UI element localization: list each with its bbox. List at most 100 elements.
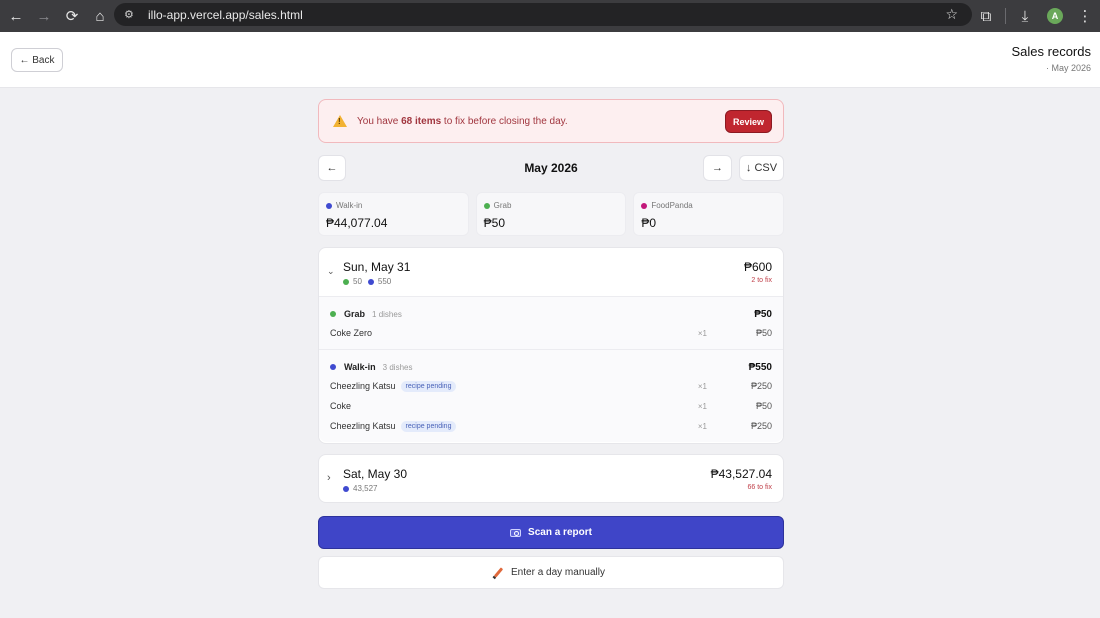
alert-count: 68 items <box>401 115 442 127</box>
alert-message: You have 68 items to fix before closing … <box>357 116 568 127</box>
alert-suffix: to fix before closing the day. <box>441 115 568 127</box>
day-fix-count: 66 to fix <box>747 484 772 491</box>
profile-button[interactable]: A <box>1040 2 1070 30</box>
alert-prefix: You have <box>357 115 402 127</box>
chip-value: 550 <box>377 277 392 286</box>
menu-kebab-icon[interactable]: ⋮ <box>1070 2 1100 30</box>
url-text: illo-app.vercel.app/sales.html <box>148 7 303 22</box>
day-card-may-31: ⌄ Sun, May 31 50 550 ₱600 2 to fix Grab … <box>318 247 784 444</box>
list-item[interactable]: Cheezling Katsu recipe pending ×1 ₱250 <box>330 376 772 396</box>
channel-name: FoodPanda <box>651 201 693 210</box>
day-fix-count: 2 to fix <box>751 277 772 284</box>
scan-report-button[interactable]: Scan a report <box>318 516 784 549</box>
channel-label: Walk-in <box>326 201 461 210</box>
foodpanda-dot-icon <box>641 202 648 209</box>
list-item[interactable]: Cheezling Katsu recipe pending ×1 ₱250 <box>330 416 772 436</box>
chevron-down-icon[interactable]: ⌄ <box>327 266 335 277</box>
item-price: ₱250 <box>750 421 772 431</box>
list-item[interactable]: Coke ×1 ₱50 <box>330 396 772 416</box>
camera-icon <box>510 528 522 537</box>
download-icon[interactable]: ⤓ <box>1010 2 1040 30</box>
address-bar[interactable]: ⚙ illo-app.vercel.app/sales.html ☆ <box>114 3 972 26</box>
chevron-right-icon[interactable]: › <box>327 472 331 484</box>
day-channel-chips: 43,527 <box>343 484 383 493</box>
group-amount: ₱550 <box>748 361 772 373</box>
day-header[interactable]: ⌄ Sun, May 31 50 550 ₱600 2 to fix <box>319 248 783 296</box>
group-dish-count: 1 dishes <box>372 309 402 319</box>
day-title: Sun, May 31 <box>343 260 411 274</box>
item-qty: ×1 <box>697 401 707 411</box>
back-arrow-icon[interactable]: ← <box>2 2 30 30</box>
channel-group-walk-in: Walk-in 3 dishes ₱550 Cheezling Katsu re… <box>319 350 783 442</box>
recipe-pending-badge: recipe pending <box>400 380 457 392</box>
item-name: Coke <box>330 401 352 411</box>
bookmark-star-icon[interactable]: ☆ <box>945 6 958 23</box>
page-title: Sales records <box>1011 44 1091 59</box>
next-month-button[interactable]: → <box>703 155 732 181</box>
item-name: Cheezling Katsu <box>330 381 396 391</box>
day-details: Grab 1 dishes ₱50 Coke Zero ×1 ₱50 Walk-… <box>319 296 783 442</box>
browser-toolbar: ← → ⟳ ⌂ ⚙ illo-app.vercel.app/sales.html… <box>0 0 1100 32</box>
day-channel-chips: 50 550 <box>343 277 397 286</box>
fix-alert-banner: You have 68 items to fix before closing … <box>318 99 784 143</box>
channel-total: ₱50 <box>483 216 506 230</box>
channel-total: ₱44,077.04 <box>326 216 388 230</box>
day-total: ₱43,527.04 <box>710 467 772 481</box>
channel-card-grab: Grab ₱50 <box>475 192 627 236</box>
item-name: Coke Zero <box>330 328 373 338</box>
group-header: Walk-in 3 dishes ₱550 <box>330 358 772 376</box>
day-title: Sat, May 30 <box>343 467 408 481</box>
pencil-icon <box>493 567 504 578</box>
csv-export-button[interactable]: ↓ CSV <box>739 155 784 181</box>
day-header[interactable]: › Sat, May 30 43,527 ₱43,527.04 66 to fi… <box>319 455 783 503</box>
channel-label: FoodPanda <box>641 201 776 210</box>
month-navigation: May 2026 ← → ↓ CSV <box>318 155 784 181</box>
grab-dot-icon <box>483 202 490 209</box>
recipe-pending-badge: recipe pending <box>400 420 457 432</box>
scan-label: Scan a report <box>528 527 592 538</box>
avatar: A <box>1047 8 1063 24</box>
list-item[interactable]: Coke Zero ×1 ₱50 <box>330 323 772 343</box>
page-subtitle: · May 2026 <box>1045 63 1091 73</box>
chip-value: 50 <box>353 277 362 286</box>
extensions-icon[interactable]: ⧉ <box>971 2 1001 30</box>
review-button[interactable]: Review <box>725 110 772 133</box>
prev-month-button[interactable]: ← <box>318 155 346 181</box>
item-qty: ×1 <box>697 381 707 391</box>
walk-in-dot-icon <box>326 202 332 209</box>
item-price: ₱50 <box>755 328 772 338</box>
walk-in-dot-icon <box>330 364 336 370</box>
item-qty: ×1 <box>697 421 707 431</box>
chip-walk-in: 43,527 <box>343 484 377 493</box>
reload-icon[interactable]: ⟳ <box>58 2 86 30</box>
item-price: ₱250 <box>750 381 772 391</box>
day-total: ₱600 <box>743 260 772 274</box>
grab-dot-icon <box>330 311 336 317</box>
group-dish-count: 3 dishes <box>382 362 413 372</box>
title-block: Sales records · May 2026 <box>1012 44 1091 73</box>
group-header: Grab 1 dishes ₱50 <box>330 305 772 323</box>
channel-summary: Walk-in ₱44,077.04 Grab ₱50 FoodPanda ₱0 <box>318 192 785 236</box>
channel-total: ₱0 <box>641 216 657 230</box>
channel-card-foodpanda: FoodPanda ₱0 <box>633 192 785 236</box>
toolbar-divider <box>1005 8 1006 24</box>
channel-label: Grab <box>483 201 619 210</box>
item-qty: ×1 <box>697 328 707 338</box>
site-info-icon[interactable]: ⚙ <box>124 8 138 21</box>
group-channel: Walk-in <box>344 362 376 372</box>
chip-value: 43,527 <box>353 484 378 493</box>
chip-grab: 50 <box>343 277 362 286</box>
home-icon[interactable]: ⌂ <box>86 2 114 30</box>
enter-manually-button[interactable]: Enter a day manually <box>318 556 784 589</box>
channel-card-walk-in: Walk-in ₱44,077.04 <box>318 192 469 236</box>
item-price: ₱50 <box>755 401 772 411</box>
back-button[interactable]: ← Back <box>11 48 63 72</box>
day-card-may-30[interactable]: › Sat, May 30 43,527 ₱43,527.04 66 to fi… <box>318 454 784 503</box>
manual-label: Enter a day manually <box>511 567 605 578</box>
group-channel: Grab <box>344 309 366 319</box>
forward-arrow-icon[interactable]: → <box>30 2 58 30</box>
group-amount: ₱50 <box>754 308 772 320</box>
walk-in-dot-icon <box>343 485 349 492</box>
channel-group-grab: Grab 1 dishes ₱50 Coke Zero ×1 ₱50 <box>319 297 783 350</box>
chip-walk-in: 550 <box>367 277 392 286</box>
